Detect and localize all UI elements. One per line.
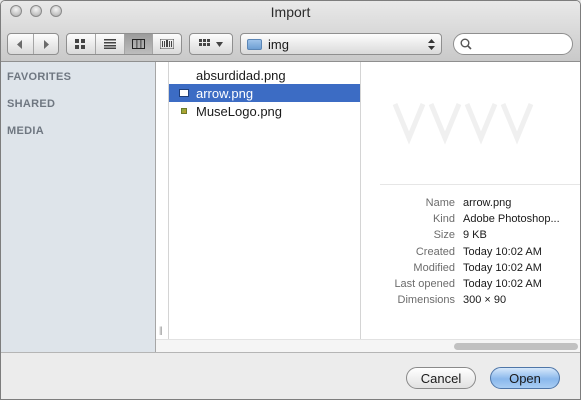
info-row-kind: Kind Adobe Photoshop... [362,211,580,227]
title-bar: Import img [1,1,580,62]
cover-flow-icon [160,39,175,49]
file-item[interactable]: MuseLogo.png [169,102,360,120]
info-row-modified: Modified Today 10:02 AM [362,260,580,276]
file-browser: || absurdidad.png arrow.png MuseLogo.png… [156,62,580,353]
info-value: arrow.png [463,197,512,210]
scrollbar-thumb[interactable] [454,343,578,350]
info-row-dimensions: Dimensions 300 × 90 [362,292,580,308]
info-value: Today 10:02 AM [463,245,542,258]
column-view-icon [131,39,145,49]
info-key: Modified [413,261,455,274]
search-field[interactable] [453,33,573,55]
import-dialog: Import img FAVORITES SHARED MEDIA || abs… [0,0,581,400]
file-name: absurdidad.png [196,67,286,83]
back-forward-control [7,33,59,55]
sidebar: FAVORITES SHARED MEDIA [1,62,156,352]
info-value: 300 × 90 [463,294,507,307]
cover-flow-view-button[interactable] [153,34,181,54]
info-key: Name [425,197,455,210]
column-view-button[interactable] [124,34,154,54]
view-mode-control [66,33,182,55]
info-key: Dimensions [397,294,455,307]
info-value: 9 KB [463,229,487,242]
info-key: Last opened [394,278,455,291]
info-row-name: Name arrow.png [362,195,580,211]
list-view-button[interactable] [96,34,125,54]
info-key: Created [415,245,455,258]
cancel-button[interactable]: Cancel [406,367,476,389]
dialog-button-bar: Cancel Open [1,352,580,399]
icon-view-button[interactable] [67,34,96,54]
info-row-created: Created Today 10:02 AM [362,244,580,260]
location-popup[interactable]: img [240,33,442,55]
file-preview-thumbnail [392,103,534,145]
file-item[interactable]: absurdidad.png [169,66,360,84]
sidebar-section-favorites[interactable]: FAVORITES [1,64,155,91]
chevron-right-icon [43,39,49,49]
search-input[interactable] [476,36,570,52]
column-resize-handle[interactable]: || [159,325,163,335]
forward-button[interactable] [34,34,59,54]
file-item-selected[interactable]: arrow.png [169,84,360,102]
file-name: MuseLogo.png [196,103,283,119]
preview-column: Name arrow.png Kind Adobe Photoshop... S… [362,62,580,339]
horizontal-scrollbar[interactable] [156,339,580,353]
info-row-last-opened: Last opened Today 10:02 AM [362,276,580,292]
info-key: Kind [432,213,455,226]
image-file-icon [179,71,189,79]
arrange-menu-button[interactable] [189,33,233,55]
icon-view-icon [75,39,86,49]
file-info: Name arrow.png Kind Adobe Photoshop... S… [362,195,580,308]
browser-column-parent[interactable]: || [156,62,169,339]
file-name: arrow.png [196,85,254,101]
info-value: Adobe Photoshop... [463,213,560,226]
back-button[interactable] [8,34,34,54]
search-icon [460,38,472,50]
list-view-icon [103,39,116,49]
window-title: Import [270,4,311,20]
info-value: Today 10:02 AM [463,261,542,274]
chevron-left-icon [17,39,23,49]
sidebar-section-shared[interactable]: SHARED [1,91,155,118]
location-label: img [268,36,289,52]
grid-icon [199,39,210,46]
image-file-icon [181,108,187,114]
chevron-down-icon [216,41,223,47]
info-value: Today 10:02 AM [463,278,542,291]
open-button[interactable]: Open [490,367,560,389]
image-file-icon [179,89,189,97]
up-down-arrows-icon [428,38,435,50]
sidebar-section-media[interactable]: MEDIA [1,118,155,145]
info-key: Size [433,229,455,242]
info-row-size: Size 9 KB [362,227,580,243]
preview-divider [380,184,580,185]
folder-icon [247,38,262,50]
browser-column-files[interactable]: absurdidad.png arrow.png MuseLogo.png || [169,62,366,339]
